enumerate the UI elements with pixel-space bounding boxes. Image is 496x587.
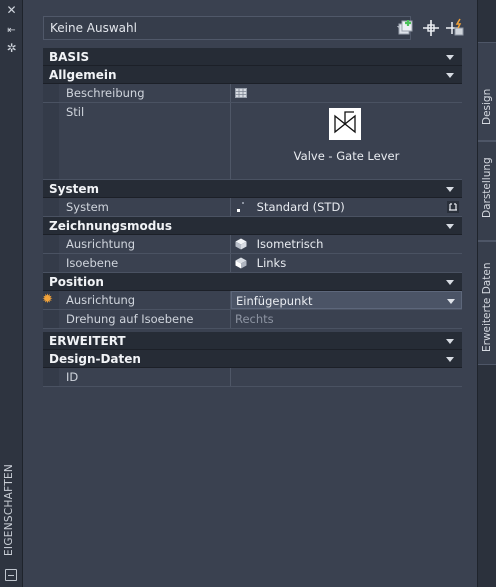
property-label: Beschreibung <box>59 84 231 102</box>
property-label: Ausrichtung <box>59 235 231 253</box>
style-preview-caption: Valve - Gate Lever <box>293 149 400 163</box>
property-row-ausrichtung-zeichnungsmodus: Ausrichtung Isometrisch <box>43 235 462 254</box>
property-row-ausrichtung-position: ✹ Ausrichtung Einfügepunkt <box>42 291 462 310</box>
selection-dropdown[interactable]: Keine Auswahl <box>43 16 411 40</box>
select-objects-icon[interactable] <box>421 18 441 38</box>
collapse-arrow-icon[interactable] <box>446 357 454 362</box>
property-label: Drehung auf Isoebene <box>59 310 231 328</box>
property-label: ID <box>59 368 231 386</box>
tab-design[interactable]: Design <box>478 42 496 141</box>
property-label: System <box>59 198 231 216</box>
tab-label: Darstellung <box>481 157 493 218</box>
category-title: Design-Daten <box>49 352 141 366</box>
property-label: Ausrichtung <box>59 291 231 309</box>
valve-gate-lever-icon <box>329 108 361 140</box>
collapse-arrow-icon[interactable] <box>446 280 454 285</box>
category-zeichnungsmodus[interactable]: Zeichnungsmodus <box>43 217 462 235</box>
chevron-down-icon[interactable] <box>447 299 455 304</box>
palette-tabs: Design Darstellung Erweiterte Daten <box>477 0 496 587</box>
property-value-drehung: Rechts <box>235 312 274 326</box>
auto-hide-icon[interactable]: ⇤ <box>5 24 18 37</box>
selection-dropdown-value: Keine Auswahl <box>50 21 137 35</box>
category-title: Zeichnungsmodus <box>49 219 172 233</box>
tab-label: Design <box>481 88 493 125</box>
quick-select-icon[interactable] <box>445 18 465 38</box>
property-row-id: ID <box>43 368 462 387</box>
category-allgemein[interactable]: Allgemein <box>43 66 462 84</box>
isoplane-left-icon <box>235 257 247 269</box>
property-label: Isoebene <box>59 254 231 272</box>
add-to-selection-icon[interactable] <box>396 18 416 38</box>
property-row-isoebene: Isoebene Links <box>43 254 462 273</box>
collapse-arrow-icon[interactable] <box>446 187 454 192</box>
category-title: System <box>49 182 99 196</box>
property-value-ausrichtung[interactable]: Isometrisch <box>231 235 462 253</box>
property-value-id[interactable] <box>231 368 462 386</box>
section-basis[interactable]: BASIS <box>43 48 462 66</box>
section-title: BASIS <box>49 50 90 64</box>
table-icon[interactable] <box>235 87 247 99</box>
isometric-cube-icon <box>235 238 247 250</box>
property-label: Stil <box>59 103 231 179</box>
tab-label: Erweiterte Daten <box>481 262 493 352</box>
property-row-drehung: Drehung auf Isoebene Rechts <box>43 310 462 329</box>
tab-darstellung[interactable]: Darstellung <box>478 141 496 241</box>
collapse-arrow-icon[interactable] <box>446 55 454 60</box>
tab-erweiterte-daten[interactable]: Erweiterte Daten <box>478 241 496 365</box>
property-value-isoebene[interactable]: Links <box>231 254 462 272</box>
category-title: Position <box>49 275 104 289</box>
sun-icon: ✹ <box>42 292 53 307</box>
property-row-stil: Stil Valve - Gate Lever <box>43 103 462 180</box>
collapse-arrow-icon[interactable] <box>446 73 454 78</box>
category-position[interactable]: Position <box>43 273 462 291</box>
style-preview[interactable]: Valve - Gate Lever <box>231 103 462 179</box>
category-system[interactable]: System <box>43 180 462 198</box>
section-title: ERWEITERT <box>49 334 126 348</box>
palette-title: EIGENSCHAFTEN <box>3 463 15 556</box>
property-row-beschreibung: Beschreibung <box>43 84 462 103</box>
property-row-system: System Standard (STD) <box>43 198 462 217</box>
system-color-icon <box>237 202 244 212</box>
collapse-arrow-icon[interactable] <box>446 339 454 344</box>
category-design-daten[interactable]: Design-Daten <box>43 350 462 368</box>
property-dropdown-ausrichtung[interactable]: Einfügepunkt <box>231 291 462 309</box>
property-grid: BASIS Allgemein Beschreibung Stil Valve … <box>42 48 462 387</box>
properties-panel: Keine Auswahl BASIS Allgemein Beschreibu… <box>23 0 477 587</box>
category-title: Allgemein <box>49 68 117 82</box>
close-icon[interactable]: ✕ <box>5 4 18 17</box>
palette-title-strip: ✕ ⇤ ✲ EIGENSCHAFTEN <box>0 0 23 587</box>
system-picker-icon[interactable] <box>447 201 459 213</box>
palette-menu-icon[interactable] <box>5 569 17 581</box>
property-value-beschreibung[interactable] <box>231 84 462 102</box>
property-value-system[interactable]: Standard (STD) <box>231 198 462 216</box>
section-erweitert[interactable]: ERWEITERT <box>43 332 462 350</box>
settings-icon[interactable]: ✲ <box>5 42 18 55</box>
collapse-arrow-icon[interactable] <box>446 224 454 229</box>
